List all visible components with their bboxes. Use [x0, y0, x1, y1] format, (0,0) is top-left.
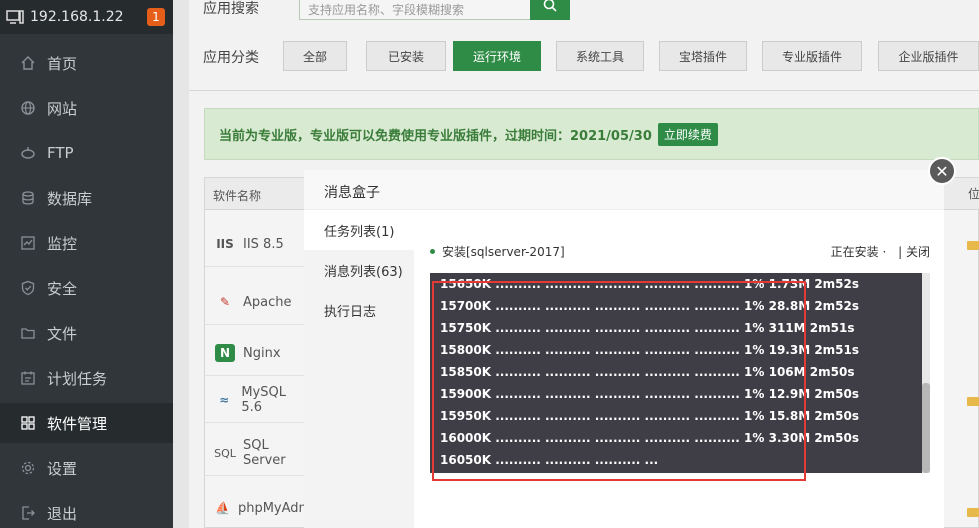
search-button[interactable] [530, 0, 570, 20]
folder-icon[interactable] [967, 397, 979, 406]
sidebar-item-label: 数据库 [47, 189, 93, 208]
phpmyadmin-logo-icon: ⛵ [215, 501, 230, 515]
table-row[interactable]: ≈ MySQL 5.6 [205, 378, 305, 423]
sidebar-item-label: 监控 [47, 234, 78, 253]
mysql-logo-icon: ≈ [219, 393, 230, 407]
notice-text: 当前为专业版，专业版可以免费使用专业版插件，过期时间：2021/05/30 [219, 128, 652, 144]
notification-badge[interactable]: 1 [147, 8, 165, 26]
tab-message-list[interactable]: 消息列表(63) [304, 250, 414, 290]
category-runtime-button[interactable]: 运行环境 [453, 41, 541, 71]
sidebar-item-website[interactable]: 网站 [0, 88, 173, 128]
sidebar-item-security[interactable]: 安全 [0, 268, 173, 308]
software-name: MySQL 5.6 [241, 385, 286, 415]
sidebar-item-database[interactable]: 数据库 [0, 178, 173, 218]
globe-icon [20, 100, 36, 116]
table-row[interactable]: N Nginx [205, 331, 305, 376]
sidebar-item-monitor[interactable]: 监控 [0, 223, 173, 263]
sidebar-item-files[interactable]: 文件 [0, 313, 173, 353]
ftp-icon [20, 145, 36, 161]
search-label: 应用搜索 [203, 1, 259, 17]
sidebar-item-label: 计划任务 [47, 369, 108, 388]
highlight-box [432, 281, 806, 481]
task-name: 安装[sqlserver-2017] [442, 245, 565, 259]
software-name: SQL Server [243, 438, 286, 468]
column-header-name: 软件名称 [213, 189, 262, 203]
table-row[interactable]: IIS IIS 8.5 [205, 222, 305, 267]
category-all-button[interactable]: 全部 [283, 41, 347, 71]
category-system-tools-button[interactable]: 系统工具 [556, 41, 644, 71]
sidebar-item-logout[interactable]: 退出 [0, 493, 173, 528]
grid-icon [20, 415, 36, 431]
modal-close-button[interactable]: ✕ [928, 157, 956, 185]
iis-logo-icon: IIS [216, 237, 234, 251]
sidebar-item-label: 文件 [47, 324, 78, 343]
sidebar-item-label: 首页 [47, 54, 78, 73]
modal-menu: 任务列表(1) 消息列表(63) 执行日志 [304, 210, 414, 528]
tab-exec-log[interactable]: 执行日志 [304, 290, 414, 330]
console-scrollbar-thumb[interactable] [922, 383, 930, 473]
gear-icon [20, 460, 36, 476]
sidebar-item-label: FTP [47, 144, 74, 162]
tab-task-list[interactable]: 任务列表(1) [304, 210, 414, 250]
apache-logo-icon: ✎ [219, 295, 231, 309]
renew-button[interactable]: 立即续费 [657, 122, 718, 146]
sidebar: 192.168.1.22 1 首页 网站 FTP 数据库 监控 安全 文件 计划… [0, 0, 173, 528]
calendar-icon [20, 370, 36, 386]
sidebar-item-label: 设置 [47, 459, 78, 478]
sidebar-item-settings[interactable]: 设置 [0, 448, 173, 488]
software-name: Apache [243, 294, 292, 310]
status-dot-icon [430, 249, 435, 254]
search-icon [542, 0, 558, 17]
sidebar-item-cron[interactable]: 计划任务 [0, 358, 173, 398]
folder-icon [20, 325, 36, 341]
category-pro-plugins-button[interactable]: 专业版插件 [762, 41, 862, 71]
column-header-location: 位 [968, 187, 979, 201]
category-label: 应用分类 [203, 50, 259, 66]
server-ip: 192.168.1.22 [30, 9, 124, 25]
table-row[interactable]: ✎ Apache [205, 280, 305, 325]
task-status-text: 正在安装 · [830, 245, 887, 259]
sidebar-item-ftp[interactable]: FTP [0, 133, 173, 173]
sql-server-logo-icon: SQL [214, 446, 236, 460]
database-icon [20, 190, 36, 206]
server-header: 192.168.1.22 1 [0, 0, 173, 34]
folder-icon[interactable] [967, 508, 979, 517]
search-input[interactable]: 支持应用名称、字段模糊搜索 [299, 0, 531, 20]
divider [189, 90, 979, 91]
nginx-logo-icon: N [215, 344, 235, 362]
sidebar-item-label: 软件管理 [47, 414, 108, 433]
sidebar-item-label: 安全 [47, 279, 78, 298]
computer-icon [6, 10, 24, 24]
category-installed-button[interactable]: 已安装 [366, 41, 446, 71]
task-status: 正在安装 · | 关闭 [831, 243, 930, 260]
pro-notice: 当前为专业版，专业版可以免费使用专业版插件，过期时间：2021/05/30 立即… [204, 108, 979, 160]
sidebar-item-home[interactable]: 首页 [0, 43, 173, 83]
category-enterprise-plugins-button[interactable]: 企业版插件 [878, 41, 979, 71]
modal-title: 消息盒子 [304, 170, 944, 210]
sidebar-item-label: 退出 [47, 504, 78, 523]
sidebar-item-label: 网站 [47, 99, 78, 118]
logout-icon [20, 505, 36, 521]
software-name: Nginx [243, 345, 281, 361]
console-scrollbar[interactable] [922, 273, 930, 473]
home-icon [20, 55, 36, 71]
close-icon: ✕ [935, 161, 949, 181]
table-row[interactable]: SQL SQL Server [205, 431, 305, 476]
shield-icon [20, 280, 36, 296]
monitor-icon [20, 235, 36, 251]
close-task-link[interactable]: | 关闭 [898, 245, 930, 259]
software-name: IIS 8.5 [243, 236, 284, 252]
task-title: 安装[sqlserver-2017] [430, 243, 565, 260]
sidebar-item-software[interactable]: 软件管理 [0, 403, 173, 443]
table-row[interactable]: ⛵ phpMyAdmin [205, 486, 323, 528]
folder-icon[interactable] [967, 241, 979, 250]
category-bt-plugins-button[interactable]: 宝塔插件 [659, 41, 747, 71]
